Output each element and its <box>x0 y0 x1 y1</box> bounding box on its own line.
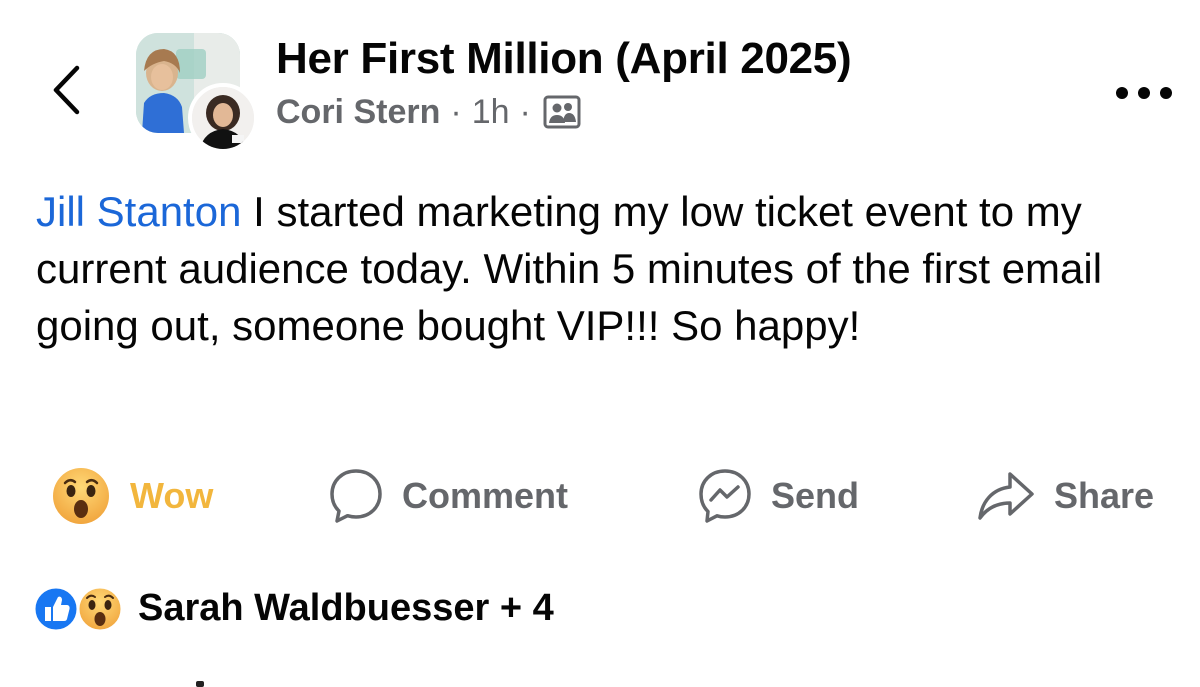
chevron-left-icon <box>53 65 80 115</box>
group-members-icon <box>543 95 581 129</box>
back-button[interactable] <box>38 58 94 122</box>
share-arrow-icon <box>978 472 1034 520</box>
like-icon <box>32 585 80 633</box>
send-label: Send <box>771 475 860 516</box>
messenger-icon <box>699 469 751 523</box>
post-meta: Cori Stern · 1h · <box>276 90 851 134</box>
more-horizontal-icon <box>1116 87 1172 99</box>
meta-separator: · <box>450 93 462 131</box>
reaction-button[interactable]: Wow <box>52 458 213 534</box>
post-action-bar: Wow Comment Send Share <box>0 458 1200 534</box>
reactions-summary[interactable]: Sarah Waldbuesser + 4 <box>32 580 554 636</box>
comment-button[interactable]: Comment <box>328 458 568 534</box>
wow-icon <box>53 468 109 524</box>
group-avatar[interactable] <box>136 33 258 153</box>
author-avatar[interactable] <box>188 83 258 153</box>
post-header: Her First Million (April 2025) Cori Ster… <box>0 0 1200 153</box>
share-button[interactable]: Share <box>976 458 1154 534</box>
mention-link[interactable]: Jill Stanton <box>36 188 241 235</box>
post-time[interactable]: 1h <box>472 90 510 134</box>
comment-icon <box>330 469 382 523</box>
author-name[interactable]: Cori Stern <box>276 90 440 134</box>
meta-separator: · <box>519 93 531 131</box>
reactors-text: Sarah Waldbuesser + 4 <box>138 586 554 629</box>
post-title-block: Her First Million (April 2025) Cori Ster… <box>276 30 852 134</box>
wow-icon <box>76 585 124 633</box>
reaction-icon-stack <box>32 582 132 634</box>
share-label: Share <box>1054 475 1155 516</box>
post-text: Jill Stanton I started marketing my low … <box>36 183 1186 354</box>
wow-label: Wow <box>130 475 214 516</box>
group-title[interactable]: Her First Million (April 2025) <box>276 30 852 88</box>
comment-peek <box>196 681 204 687</box>
more-options-button[interactable] <box>1108 78 1180 108</box>
comment-label: Comment <box>402 475 569 516</box>
send-button[interactable]: Send <box>697 458 859 534</box>
